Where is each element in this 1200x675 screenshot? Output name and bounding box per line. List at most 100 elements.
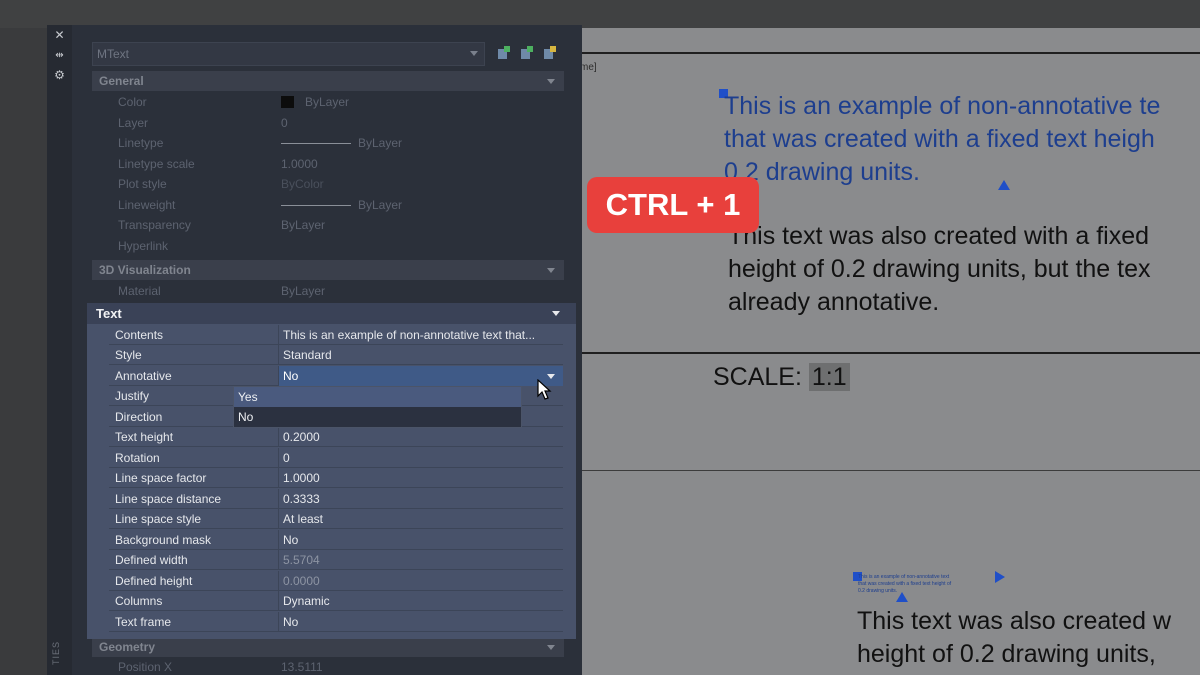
property-value: Standard bbox=[278, 345, 563, 365]
palette-vertical-title: TIES bbox=[51, 641, 61, 666]
property-label: Color bbox=[118, 95, 147, 109]
property-row-style[interactable]: Style Standard bbox=[109, 345, 563, 365]
property-label: Transparency bbox=[118, 218, 191, 232]
object-type-value: MText bbox=[97, 47, 130, 61]
section-general[interactable]: General bbox=[92, 71, 564, 91]
annotative-select[interactable]: No bbox=[278, 366, 563, 386]
object-type-select[interactable]: MText bbox=[92, 42, 485, 66]
property-label: Rotation bbox=[115, 451, 160, 465]
chevron-down-icon bbox=[470, 51, 478, 56]
property-value: 5.5704 bbox=[278, 550, 563, 570]
gear-icon[interactable]: ⚙ bbox=[53, 69, 66, 82]
lower-mtext[interactable]: This text was also created w height of 0… bbox=[857, 605, 1200, 671]
properties-palette: ✕ ⇹ ⚙ TIES MText General Color ByLayer L… bbox=[47, 25, 582, 675]
mtext-line: This text was also created w bbox=[857, 607, 1172, 635]
property-label: Position X bbox=[118, 660, 173, 674]
property-row-color[interactable]: Color ByLayer bbox=[112, 92, 564, 112]
palette-title-strip: ✕ ⇹ ⚙ TIES bbox=[47, 25, 72, 675]
property-value: ByColor bbox=[281, 177, 324, 191]
chevron-down-icon bbox=[547, 645, 555, 650]
mtext-line: This is an example of non-annotative te bbox=[724, 92, 1161, 120]
property-row-rotation[interactable]: Rotation 0 bbox=[109, 448, 563, 468]
property-row-annotative[interactable]: Annotative No bbox=[109, 366, 563, 386]
small-viewport-text[interactable]: This is an example of non-annotative tex… bbox=[858, 574, 1008, 595]
annotative-mtext[interactable]: This text was also created with a fixed … bbox=[728, 220, 1200, 319]
property-value: ByLayer bbox=[281, 218, 326, 232]
property-value: At least bbox=[278, 509, 563, 529]
scale-caption: SCALE: bbox=[713, 363, 802, 391]
small-text-grip-arrow[interactable] bbox=[995, 571, 1005, 583]
property-row-defined-height[interactable]: Defined height 0.0000 bbox=[109, 571, 563, 591]
property-value: No bbox=[278, 530, 563, 550]
property-row-defined-width[interactable]: Defined width 5.5704 bbox=[109, 550, 563, 570]
property-value: 1.0000 bbox=[278, 468, 563, 488]
property-row-material[interactable]: Material ByLayer bbox=[112, 281, 564, 301]
property-row-hyperlink[interactable]: Hyperlink bbox=[112, 236, 564, 256]
property-row-line-space-distance[interactable]: Line space distance 0.3333 bbox=[109, 489, 563, 509]
mtext-line: 0.2 drawing units. bbox=[858, 588, 898, 594]
property-row-transparency[interactable]: Transparency ByLayer bbox=[112, 215, 564, 235]
property-label: Line space style bbox=[115, 512, 202, 526]
border-line-lower bbox=[580, 470, 1200, 471]
property-row-position-x[interactable]: Position X 13.5111 bbox=[112, 657, 564, 675]
mtext-line: This is an example of non-annotative tex… bbox=[858, 574, 950, 580]
mouse-cursor-icon bbox=[537, 379, 552, 400]
property-value: No bbox=[278, 612, 563, 632]
toggle-pickadd-icon[interactable] bbox=[496, 45, 512, 61]
property-row-text-frame[interactable]: Text frame No bbox=[109, 612, 563, 632]
color-swatch bbox=[281, 96, 294, 108]
property-value: 0.2000 bbox=[278, 427, 563, 447]
mtext-line: This text was also created with a fixed bbox=[728, 222, 1150, 250]
small-text-grip-triangle[interactable] bbox=[896, 592, 908, 602]
property-row-linetype-scale[interactable]: Linetype scale 1.0000 bbox=[112, 154, 564, 174]
mtext-line: already annotative. bbox=[728, 288, 940, 316]
selected-mtext[interactable]: This is an example of non-annotative te … bbox=[724, 90, 1200, 189]
lineweight-sample bbox=[281, 205, 351, 206]
property-label: Annotative bbox=[115, 369, 172, 383]
auto-hide-icon[interactable]: ⇹ bbox=[53, 49, 66, 62]
mtext-line: that was created with a fixed text heigh bbox=[724, 125, 1155, 153]
shortcut-badge: CTRL + 1 bbox=[587, 177, 759, 233]
property-row-line-space-factor[interactable]: Line space factor 1.0000 bbox=[109, 468, 563, 488]
clipped-label: me] bbox=[580, 62, 597, 73]
section-3d-visualization[interactable]: 3D Visualization bbox=[92, 260, 564, 280]
property-row-columns[interactable]: Columns Dynamic bbox=[109, 591, 563, 611]
close-icon[interactable]: ✕ bbox=[53, 29, 66, 42]
property-value: 13.5111 bbox=[281, 660, 323, 674]
property-label: Defined width bbox=[115, 553, 188, 567]
property-row-linetype[interactable]: Linetype ByLayer bbox=[112, 133, 564, 153]
mtext-line: 0.2 drawing units. bbox=[724, 158, 920, 186]
property-row-contents[interactable]: Contents This is an example of non-annot… bbox=[109, 325, 563, 345]
property-row-plot-style[interactable]: Plot style ByColor bbox=[112, 174, 564, 194]
property-row-text-height[interactable]: Text height 0.2000 bbox=[109, 427, 563, 447]
property-value: ByLayer bbox=[305, 95, 350, 109]
select-objects-icon[interactable] bbox=[519, 45, 535, 61]
section-title: Geometry bbox=[99, 640, 156, 654]
chevron-down-icon bbox=[547, 268, 555, 273]
option-yes[interactable]: Yes bbox=[234, 387, 521, 407]
property-value: Dynamic bbox=[278, 591, 563, 611]
property-label: Plot style bbox=[118, 177, 167, 191]
section-text-header[interactable]: Text bbox=[87, 303, 576, 324]
property-row-background-mask[interactable]: Background mask No bbox=[109, 530, 563, 550]
property-label: Style bbox=[115, 348, 142, 362]
property-value: ByLayer bbox=[358, 136, 403, 150]
property-label: Defined height bbox=[115, 574, 193, 588]
property-row-line-space-style[interactable]: Line space style At least bbox=[109, 509, 563, 529]
property-label: Lineweight bbox=[118, 198, 176, 212]
property-value: 0 bbox=[278, 448, 563, 468]
scale-label: SCALE: 1:1 bbox=[713, 363, 850, 392]
option-no[interactable]: No bbox=[234, 407, 521, 427]
section-geometry[interactable]: Geometry bbox=[92, 637, 564, 657]
property-value: 1.0000 bbox=[281, 157, 318, 171]
property-value: 0.3333 bbox=[278, 489, 563, 509]
quick-select-icon[interactable] bbox=[542, 45, 558, 61]
text-grip-triangle[interactable] bbox=[998, 180, 1010, 190]
property-value: 0 bbox=[281, 116, 288, 130]
section-title: 3D Visualization bbox=[99, 263, 191, 277]
property-value: ByLayer bbox=[281, 284, 326, 298]
annotative-dropdown-list: Yes No bbox=[233, 386, 522, 428]
property-row-layer[interactable]: Layer 0 bbox=[112, 113, 564, 133]
property-row-lineweight[interactable]: Lineweight ByLayer bbox=[112, 195, 564, 215]
mtext-line: height of 0.2 drawing units, bbox=[857, 640, 1156, 668]
